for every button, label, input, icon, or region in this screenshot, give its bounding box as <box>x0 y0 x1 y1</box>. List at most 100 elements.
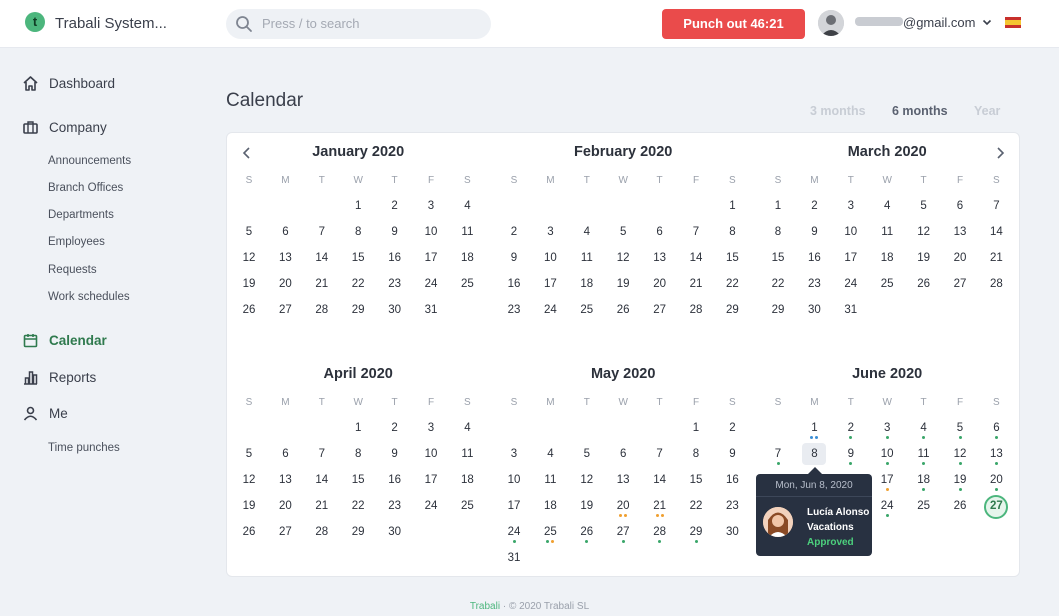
calendar-day[interactable]: 28 <box>984 275 1008 293</box>
calendar-day[interactable]: 15 <box>346 471 370 489</box>
calendar-day[interactable]: 9 <box>502 249 526 267</box>
calendar-day[interactable]: 9 <box>383 445 407 463</box>
calendar-day[interactable]: 8 <box>346 445 370 463</box>
calendar-day[interactable]: 2 <box>383 197 407 215</box>
punch-out-button[interactable]: Punch out 46:21 <box>662 9 805 39</box>
calendar-day[interactable]: 15 <box>720 249 744 267</box>
calendar-day[interactable]: 12 <box>237 471 261 489</box>
calendar-day[interactable]: 19 <box>948 471 972 489</box>
calendar-day[interactable]: 15 <box>684 471 708 489</box>
calendar-day[interactable]: 12 <box>948 445 972 463</box>
sidebar-sub-employees[interactable]: Employees <box>48 236 105 248</box>
calendar-day[interactable]: 10 <box>502 471 526 489</box>
calendar-day[interactable]: 3 <box>875 419 899 437</box>
calendar-day[interactable]: 13 <box>273 249 297 267</box>
calendar-day[interactable]: 4 <box>455 197 479 215</box>
calendar-day[interactable]: 7 <box>684 223 708 241</box>
calendar-day[interactable]: 1 <box>684 419 708 437</box>
calendar-day[interactable]: 22 <box>766 275 790 293</box>
calendar-day[interactable]: 31 <box>419 301 443 319</box>
calendar-day[interactable]: 9 <box>720 445 744 463</box>
footer-brand-link[interactable]: Trabali <box>470 601 500 612</box>
calendar-day[interactable]: 9 <box>383 223 407 241</box>
sidebar-item-reports[interactable]: Reports <box>22 369 96 386</box>
calendar-day[interactable]: 27 <box>273 301 297 319</box>
sidebar-sub-announcements[interactable]: Announcements <box>48 155 131 167</box>
calendar-day[interactable]: 10 <box>419 223 443 241</box>
calendar-day[interactable]: 13 <box>611 471 635 489</box>
calendar-day[interactable]: 5 <box>237 223 261 241</box>
calendar-day[interactable]: 14 <box>984 223 1008 241</box>
calendar-day[interactable]: 28 <box>684 301 708 319</box>
calendar-day[interactable]: 31 <box>839 301 863 319</box>
calendar-day[interactable]: 14 <box>648 471 672 489</box>
calendar-day[interactable]: 22 <box>346 275 370 293</box>
calendar-day[interactable]: 18 <box>455 249 479 267</box>
calendar-day[interactable]: 5 <box>912 197 936 215</box>
calendar-day[interactable]: 3 <box>502 445 526 463</box>
calendar-day[interactable]: 13 <box>648 249 672 267</box>
calendar-day[interactable]: 10 <box>419 445 443 463</box>
calendar-day[interactable]: 17 <box>875 471 899 489</box>
calendar-day[interactable]: 2 <box>383 419 407 437</box>
calendar-day[interactable]: 22 <box>720 275 744 293</box>
app-name[interactable]: Trabali System... <box>55 15 167 32</box>
sidebar-sub-branch-offices[interactable]: Branch Offices <box>48 182 123 194</box>
calendar-day[interactable]: 15 <box>766 249 790 267</box>
calendar-day[interactable]: 16 <box>383 249 407 267</box>
calendar-day[interactable]: 3 <box>419 197 443 215</box>
calendar-day[interactable]: 28 <box>310 523 334 541</box>
calendar-day[interactable]: 21 <box>984 249 1008 267</box>
sidebar-item-dashboard[interactable]: Dashboard <box>22 75 115 92</box>
calendar-day[interactable]: 24 <box>419 497 443 515</box>
calendar-day[interactable]: 25 <box>538 523 562 541</box>
sidebar-item-company[interactable]: Company <box>22 119 107 136</box>
user-email[interactable]: @gmail.com <box>903 15 975 30</box>
calendar-day[interactable]: 10 <box>839 223 863 241</box>
calendar-day[interactable]: 1 <box>766 197 790 215</box>
calendar-day[interactable]: 6 <box>984 419 1008 437</box>
calendar-day[interactable]: 14 <box>310 249 334 267</box>
calendar-day[interactable]: 17 <box>419 471 443 489</box>
calendar-day[interactable]: 26 <box>912 275 936 293</box>
calendar-day[interactable]: 19 <box>912 249 936 267</box>
calendar-day[interactable]: 26 <box>611 301 635 319</box>
calendar-day[interactable]: 4 <box>575 223 599 241</box>
calendar-day[interactable]: 2 <box>720 419 744 437</box>
calendar-day[interactable]: 25 <box>875 275 899 293</box>
range-6-months[interactable]: 6 months <box>892 104 948 118</box>
calendar-day[interactable]: 15 <box>346 249 370 267</box>
calendar-day[interactable]: 20 <box>984 471 1008 489</box>
calendar-day[interactable]: 21 <box>310 497 334 515</box>
calendar-day[interactable]: 23 <box>720 497 744 515</box>
calendar-day[interactable]: 19 <box>611 275 635 293</box>
sidebar-sub-departments[interactable]: Departments <box>48 209 114 221</box>
calendar-day[interactable]: 3 <box>419 419 443 437</box>
calendar-day[interactable]: 19 <box>237 275 261 293</box>
sidebar-sub-time-punches[interactable]: Time punches <box>48 442 120 454</box>
calendar-day[interactable]: 24 <box>502 523 526 541</box>
calendar-day[interactable]: 17 <box>419 249 443 267</box>
calendar-day[interactable]: 18 <box>912 471 936 489</box>
calendar-day[interactable]: 17 <box>502 497 526 515</box>
calendar-day[interactable]: 23 <box>383 275 407 293</box>
calendar-day[interactable]: 31 <box>502 549 526 567</box>
calendar-day[interactable]: 23 <box>802 275 826 293</box>
calendar-day[interactable]: 26 <box>237 301 261 319</box>
calendar-day[interactable]: 7 <box>310 445 334 463</box>
calendar-day[interactable]: 29 <box>684 523 708 541</box>
range-3-months[interactable]: 3 months <box>810 104 866 118</box>
calendar-day[interactable]: 29 <box>346 301 370 319</box>
calendar-day[interactable]: 11 <box>575 249 599 267</box>
calendar-day[interactable]: 5 <box>575 445 599 463</box>
calendar-day[interactable]: 27 <box>273 523 297 541</box>
calendar-day[interactable]: 7 <box>648 445 672 463</box>
calendar-day[interactable]: 4 <box>875 197 899 215</box>
calendar-day[interactable]: 12 <box>611 249 635 267</box>
calendar-day[interactable]: 25 <box>575 301 599 319</box>
calendar-day[interactable]: 11 <box>538 471 562 489</box>
calendar-day[interactable]: 24 <box>839 275 863 293</box>
calendar-day[interactable]: 10 <box>875 445 899 463</box>
calendar-day[interactable]: 29 <box>720 301 744 319</box>
calendar-day[interactable]: 3 <box>538 223 562 241</box>
